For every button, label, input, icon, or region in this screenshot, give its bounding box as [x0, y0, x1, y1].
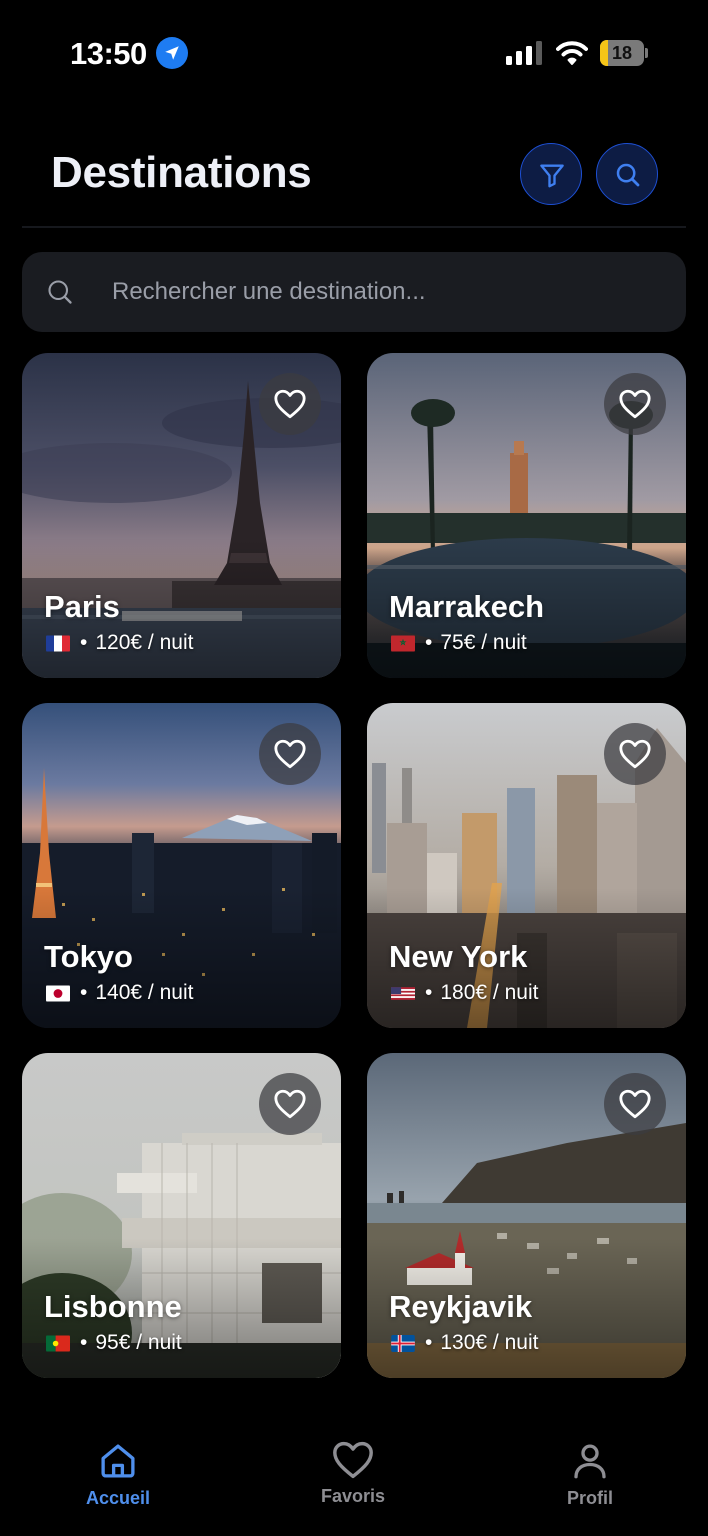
- destination-name: Lisbonne: [44, 1289, 182, 1324]
- destination-card-marrakech[interactable]: Marrakech • 75€ / nuit: [367, 353, 686, 678]
- battery-level: 18: [611, 43, 633, 63]
- favorite-button[interactable]: [604, 723, 666, 785]
- page-title: Destinations: [51, 148, 312, 197]
- destination-card-lisbonne[interactable]: Lisbonne • 95€ / nuit: [22, 1053, 341, 1378]
- search-button[interactable]: [596, 143, 658, 205]
- heart-icon: [333, 1441, 373, 1479]
- destination-meta: • 130€ / nuit: [391, 1331, 538, 1355]
- battery-indicator: 18: [600, 40, 648, 66]
- destination-price: 120€ / nuit: [95, 631, 194, 654]
- favorite-button[interactable]: [259, 1073, 321, 1135]
- destination-card-paris[interactable]: Paris • 120€ / nuit: [22, 353, 341, 678]
- destination-name: Marrakech: [389, 589, 545, 624]
- destination-name: Reykjavik: [389, 1289, 533, 1324]
- destination-meta: • 95€ / nuit: [46, 1331, 182, 1355]
- destination-name: Tokyo: [44, 939, 133, 974]
- portugal-flag-icon: [46, 1335, 70, 1351]
- separator: •: [425, 631, 433, 654]
- destination-card-tokyo[interactable]: Tokyo • 140€ / nuit: [22, 703, 341, 1028]
- france-flag-icon: [46, 635, 70, 651]
- favorite-button[interactable]: [259, 373, 321, 435]
- status-time: 13:50: [70, 36, 147, 71]
- separator: •: [425, 1331, 433, 1354]
- nav-label: Favoris: [320, 1486, 386, 1506]
- nav-label: Profil: [566, 1488, 613, 1508]
- search-icon: [616, 163, 640, 187]
- wifi-icon: [556, 40, 588, 71]
- favorite-button[interactable]: [604, 1073, 666, 1135]
- destination-price: 180€ / nuit: [440, 981, 539, 1004]
- nav-item-accueil[interactable]: Accueil: [58, 1440, 178, 1509]
- destination-card-reykjavik[interactable]: Reykjavik • 130€ / nuit: [367, 1053, 686, 1378]
- person-icon: [574, 1444, 606, 1479]
- destination-meta: • 140€ / nuit: [46, 981, 193, 1005]
- iceland-flag-icon: [391, 1334, 415, 1352]
- destination-meta: • 75€ / nuit: [391, 631, 527, 655]
- separator: •: [80, 981, 88, 1004]
- heart-icon: [274, 739, 306, 769]
- destination-card-new-york[interactable]: New York • 180€ / nuit: [367, 703, 686, 1028]
- home-icon: [101, 1444, 135, 1478]
- destination-price: 140€ / nuit: [95, 981, 194, 1004]
- heart-icon: [619, 1089, 651, 1119]
- search-input[interactable]: [112, 272, 662, 312]
- search-icon: [48, 280, 72, 304]
- destination-name: New York: [389, 939, 528, 974]
- filter-button[interactable]: [520, 143, 582, 205]
- bottom-nav: Accueil Favoris Profil: [0, 1400, 708, 1536]
- destination-price: 130€ / nuit: [440, 1331, 539, 1354]
- filter-icon: [540, 164, 564, 188]
- nav-label: Accueil: [85, 1488, 151, 1508]
- separator: •: [425, 981, 433, 1004]
- location-arrow-icon: [156, 37, 188, 69]
- favorite-button[interactable]: [604, 373, 666, 435]
- destination-meta: • 180€ / nuit: [391, 981, 538, 1005]
- favorite-button[interactable]: [259, 723, 321, 785]
- destination-price: 75€ / nuit: [440, 631, 527, 654]
- destination-meta: • 120€ / nuit: [46, 631, 193, 655]
- header-divider: [22, 226, 686, 228]
- separator: •: [80, 1331, 88, 1354]
- usa-flag-icon: [391, 986, 415, 1000]
- search-bar[interactable]: [22, 252, 686, 332]
- heart-icon: [274, 389, 306, 419]
- heart-icon: [619, 389, 651, 419]
- nav-item-favoris[interactable]: Favoris: [293, 1440, 413, 1507]
- nav-item-profil[interactable]: Profil: [530, 1440, 650, 1509]
- status-bar: 13:50 18: [0, 0, 708, 100]
- cellular-signal-icon: [506, 41, 544, 70]
- separator: •: [80, 631, 88, 654]
- heart-icon: [274, 1089, 306, 1119]
- japan-flag-icon: [46, 985, 70, 1001]
- heart-icon: [619, 739, 651, 769]
- destination-price: 95€ / nuit: [95, 1331, 182, 1354]
- destination-name: Paris: [44, 589, 120, 624]
- morocco-flag-icon: [391, 635, 415, 651]
